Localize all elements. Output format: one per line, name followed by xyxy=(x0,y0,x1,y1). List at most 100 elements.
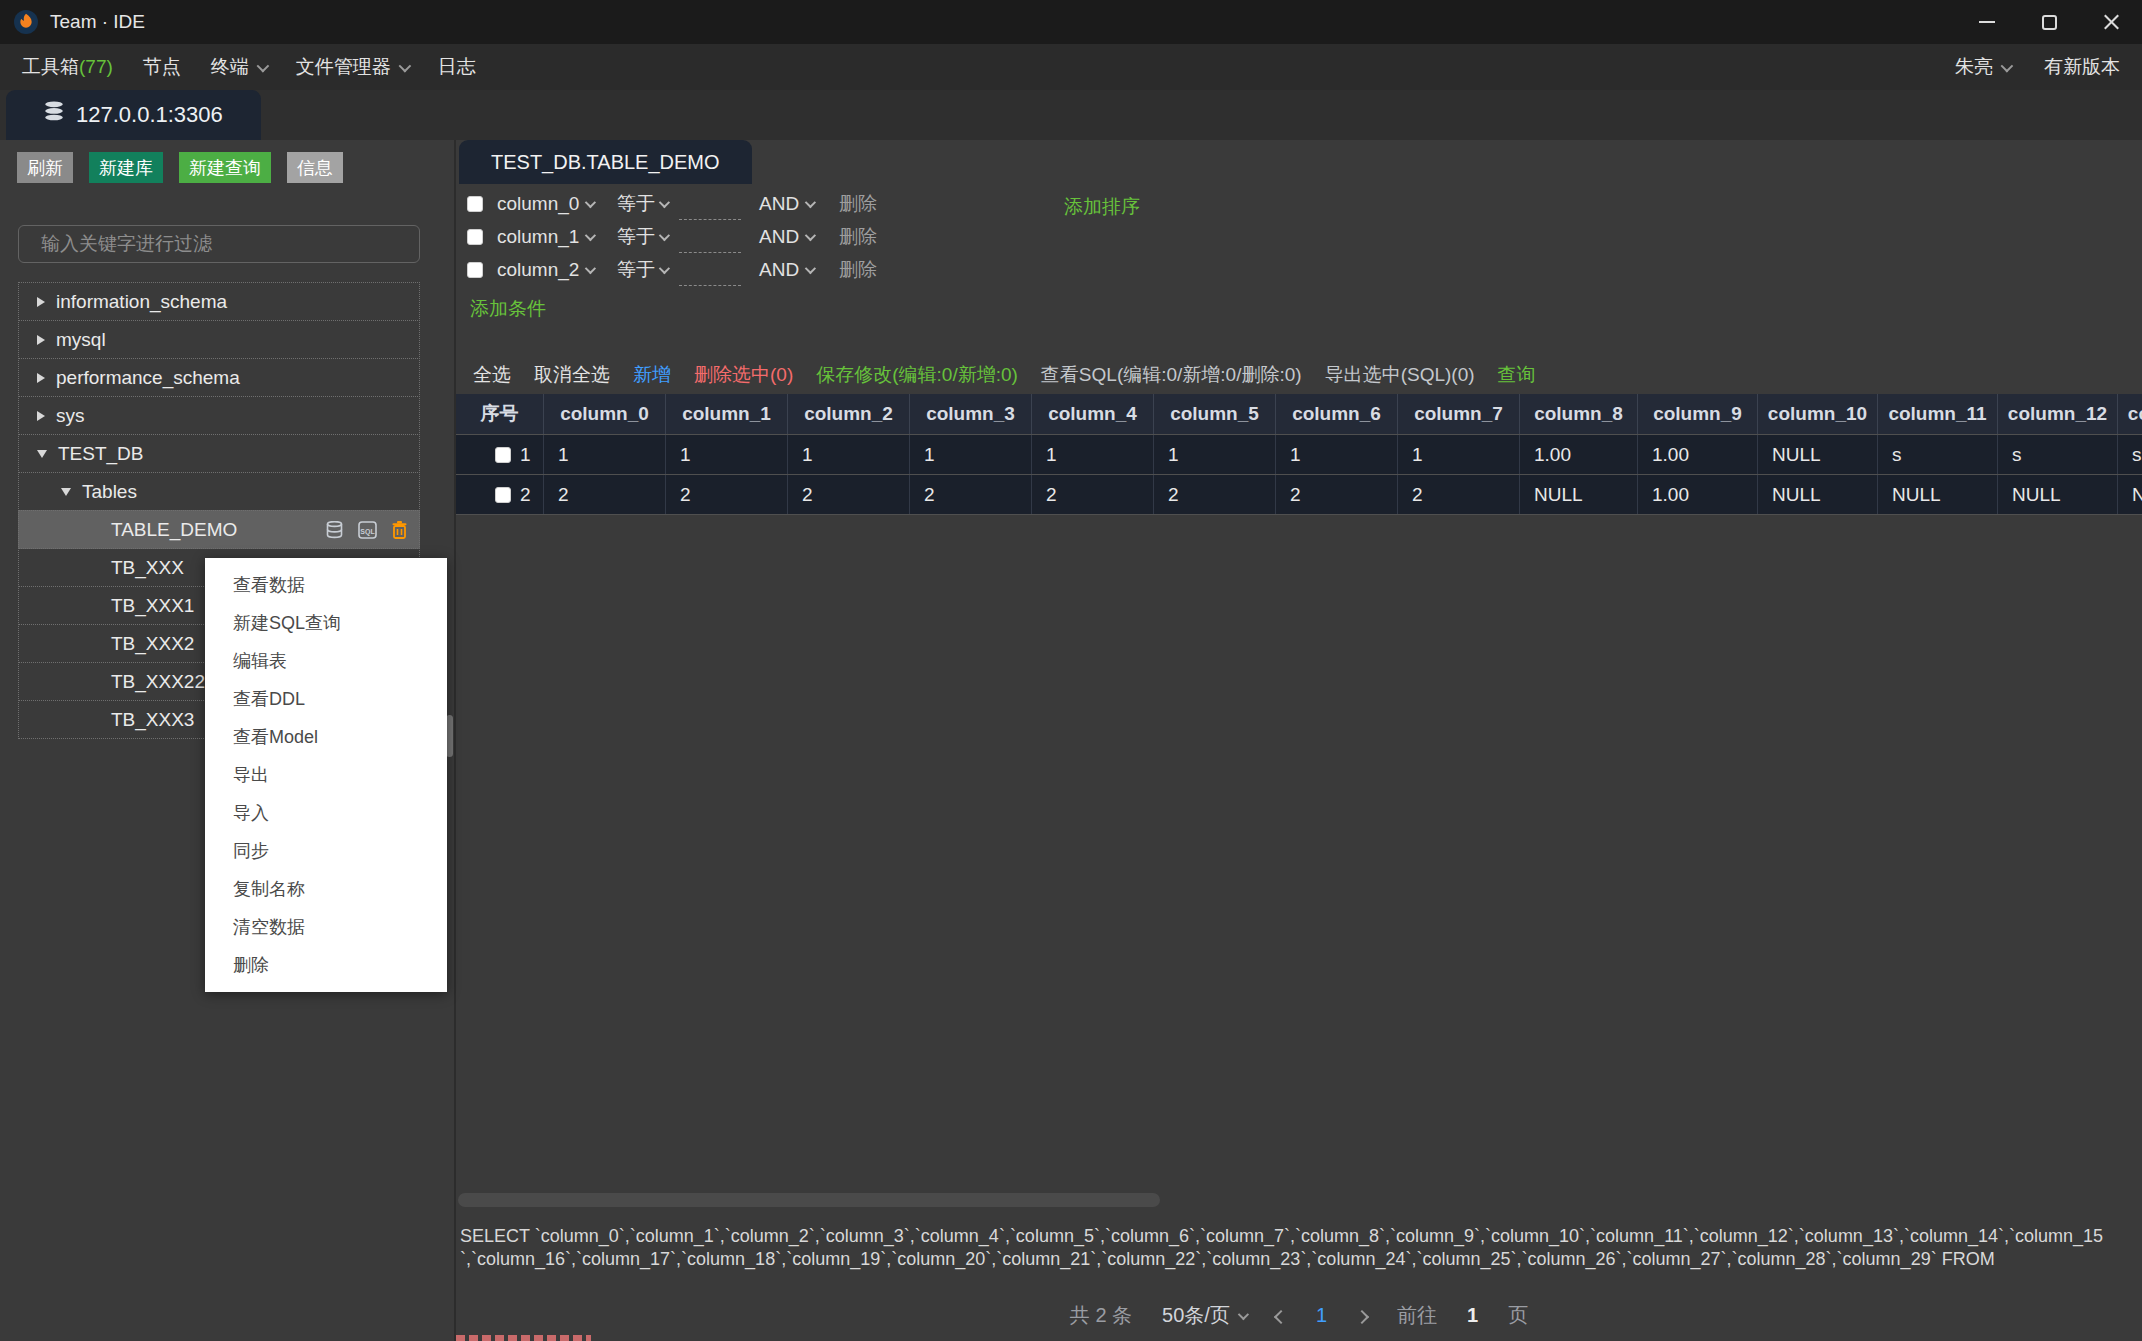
user-menu[interactable]: 朱亮 xyxy=(1955,54,2010,80)
context-menu-item-view-model[interactable]: 查看Model xyxy=(205,718,447,756)
menu-toolbox[interactable]: 工具箱(77) xyxy=(22,54,113,80)
prev-page-button[interactable] xyxy=(1276,1304,1286,1327)
tree-item-tables[interactable]: Tables xyxy=(18,472,420,511)
filter-operator-select[interactable]: 等于 xyxy=(617,224,659,250)
filter-column-select[interactable]: column_1 xyxy=(497,226,585,248)
grid-cell[interactable]: NULL xyxy=(1758,475,1878,514)
new-database-button[interactable]: 新建库 xyxy=(89,152,163,183)
minimize-button[interactable] xyxy=(1956,0,2018,44)
filter-value-input[interactable] xyxy=(679,194,741,220)
tree-item-information-schema[interactable]: information_schema xyxy=(18,282,420,321)
filter-logic-select[interactable]: AND xyxy=(759,226,805,248)
query-button[interactable]: 查询 xyxy=(1498,362,1536,388)
sql-query-icon[interactable]: SQL xyxy=(358,521,377,539)
context-menu-item-delete[interactable]: 删除 xyxy=(205,946,447,984)
refresh-button[interactable]: 刷新 xyxy=(17,152,73,183)
tree-item-table-demo[interactable]: TABLE_DEMO SQL xyxy=(18,510,420,549)
goto-page-value[interactable]: 1 xyxy=(1467,1304,1478,1327)
info-button[interactable]: 信息 xyxy=(287,152,343,183)
filter-value-input[interactable] xyxy=(679,260,741,286)
delete-selected-button[interactable]: 删除选中(0) xyxy=(694,362,793,388)
menu-node[interactable]: 节点 xyxy=(143,54,181,80)
close-button[interactable] xyxy=(2080,0,2142,44)
filter-operator-select[interactable]: 等于 xyxy=(617,257,659,283)
grid-cell[interactable]: 1 xyxy=(1398,435,1520,474)
grid-cell[interactable]: s xyxy=(2118,435,2142,474)
filter-column-select[interactable]: column_2 xyxy=(497,259,585,281)
grid-cell[interactable]: NULL xyxy=(1998,475,2118,514)
grid-cell[interactable]: 1 xyxy=(788,435,910,474)
add-condition-link[interactable]: 添加条件 xyxy=(470,296,2142,322)
current-page[interactable]: 1 xyxy=(1316,1304,1327,1327)
filter-checkbox[interactable] xyxy=(467,262,483,278)
tree-item-performance-schema[interactable]: performance_schema xyxy=(18,358,420,397)
grid-cell[interactable]: 2 xyxy=(910,475,1032,514)
next-page-button[interactable] xyxy=(1357,1304,1367,1327)
tree-item-sys[interactable]: sys xyxy=(18,396,420,435)
add-row-button[interactable]: 新增 xyxy=(633,362,671,388)
context-menu-item-copy-name[interactable]: 复制名称 xyxy=(205,870,447,908)
grid-cell[interactable]: 2 xyxy=(1032,475,1154,514)
horizontal-scrollbar[interactable] xyxy=(458,1193,1160,1207)
filter-operator-select[interactable]: 等于 xyxy=(617,191,659,217)
maximize-button[interactable] xyxy=(2018,0,2080,44)
context-menu-item-clear-data[interactable]: 清空数据 xyxy=(205,908,447,946)
grid-cell[interactable]: 2 xyxy=(1276,475,1398,514)
filter-column-select[interactable]: column_0 xyxy=(497,193,585,215)
save-changes-button[interactable]: 保存修改(编辑:0/新增:0) xyxy=(816,362,1018,388)
connection-tab[interactable]: 127.0.0.1:3306 xyxy=(6,90,261,140)
select-all-button[interactable]: 全选 xyxy=(473,362,511,388)
tree-item-mysql[interactable]: mysql xyxy=(18,320,420,359)
grid-cell[interactable]: 1 xyxy=(666,435,788,474)
grid-cell[interactable]: 2 xyxy=(1398,475,1520,514)
grid-cell[interactable]: s xyxy=(1998,435,2118,474)
grid-cell[interactable]: 1 xyxy=(1154,435,1276,474)
grid-cell[interactable]: NULL xyxy=(2118,475,2142,514)
grid-cell[interactable]: 1.00 xyxy=(1520,435,1638,474)
tree-filter-input[interactable]: 输入关键字进行过滤 xyxy=(18,225,420,263)
grid-cell[interactable]: 1 xyxy=(1276,435,1398,474)
tree-item-test-db[interactable]: TEST_DB xyxy=(18,434,420,473)
view-sql-button[interactable]: 查看SQL(编辑:0/新增:0/删除:0) xyxy=(1041,362,1302,388)
grid-row[interactable]: 1 1 1 1 1 1 1 1 1 1.00 1.00 NULL s s s xyxy=(456,435,2142,475)
context-menu-item-view-ddl[interactable]: 查看DDL xyxy=(205,680,447,718)
grid-cell[interactable]: 1 xyxy=(910,435,1032,474)
grid-cell[interactable]: 2 xyxy=(544,475,666,514)
grid-cell[interactable]: 2 xyxy=(666,475,788,514)
context-menu-item-import[interactable]: 导入 xyxy=(205,794,447,832)
deselect-all-button[interactable]: 取消全选 xyxy=(534,362,610,388)
table-tab[interactable]: TEST_DB.TABLE_DEMO xyxy=(459,140,752,184)
grid-row[interactable]: 2 2 2 2 2 2 2 2 2 NULL 1.00 NULL NULL NU… xyxy=(456,475,2142,515)
grid-cell[interactable]: 1.00 xyxy=(1638,435,1758,474)
filter-logic-select[interactable]: AND xyxy=(759,193,805,215)
sidebar-scrollbar[interactable] xyxy=(446,715,453,757)
filter-remove-button[interactable]: 删除 xyxy=(839,224,877,250)
filter-checkbox[interactable] xyxy=(467,229,483,245)
table-data-icon[interactable] xyxy=(326,521,343,539)
grid-cell[interactable]: 1.00 xyxy=(1638,475,1758,514)
filter-remove-button[interactable]: 删除 xyxy=(839,257,877,283)
context-menu-item-edit-table[interactable]: 编辑表 xyxy=(205,642,447,680)
filter-value-input[interactable] xyxy=(679,227,741,253)
context-menu-item-export[interactable]: 导出 xyxy=(205,756,447,794)
menu-log[interactable]: 日志 xyxy=(438,54,476,80)
trash-icon[interactable] xyxy=(392,521,407,539)
grid-cell[interactable]: 2 xyxy=(1154,475,1276,514)
filter-remove-button[interactable]: 删除 xyxy=(839,191,877,217)
filter-checkbox[interactable] xyxy=(467,196,483,212)
grid-cell[interactable]: NULL xyxy=(1878,475,1998,514)
filter-logic-select[interactable]: AND xyxy=(759,259,805,281)
export-selected-button[interactable]: 导出选中(SQL)(0) xyxy=(1325,362,1475,388)
grid-cell[interactable]: NULL xyxy=(1758,435,1878,474)
context-menu-item-view-data[interactable]: 查看数据 xyxy=(205,566,447,604)
row-checkbox[interactable] xyxy=(495,447,511,463)
update-link[interactable]: 有新版本 xyxy=(2044,54,2120,80)
context-menu-item-new-sql-query[interactable]: 新建SQL查询 xyxy=(205,604,447,642)
menu-file-manager[interactable]: 文件管理器 xyxy=(296,54,408,80)
grid-cell[interactable]: s xyxy=(1878,435,1998,474)
grid-cell[interactable]: 1 xyxy=(544,435,666,474)
grid-cell[interactable]: 2 xyxy=(788,475,910,514)
menu-terminal[interactable]: 终端 xyxy=(211,54,266,80)
new-query-button[interactable]: 新建查询 xyxy=(179,152,271,183)
add-sort-link[interactable]: 添加排序 xyxy=(1064,194,1140,220)
